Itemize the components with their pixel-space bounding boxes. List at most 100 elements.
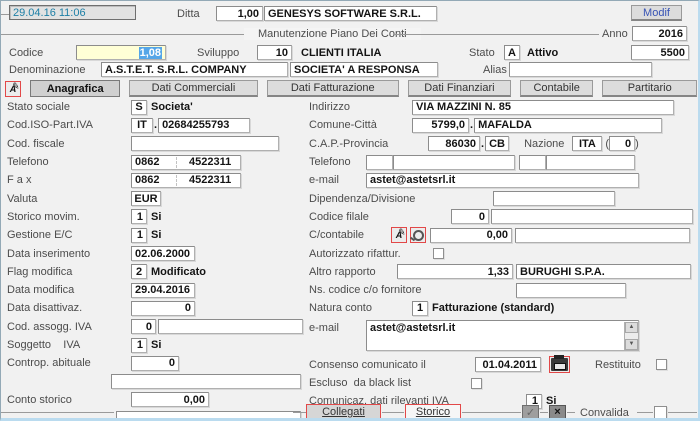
print-icon[interactable] <box>549 356 570 373</box>
controp-desc-field[interactable] <box>111 374 301 389</box>
valuta-field[interactable]: EUR <box>131 191 161 206</box>
restituito-checkbox[interactable] <box>656 359 667 370</box>
form-row: Cod.ISO-Part.IVA IT . 02684255793 <box>7 116 307 134</box>
data-modifica-label: Data modifica <box>7 284 131 296</box>
provincia-field[interactable]: CB <box>485 136 509 151</box>
telefono-prefix[interactable]: 0862 <box>132 156 174 168</box>
escluso-checkbox[interactable] <box>471 378 482 389</box>
consenso-field[interactable]: 01.04.2011 <box>475 357 541 372</box>
storico-button[interactable]: Storico <box>405 404 461 420</box>
indirizzo-field[interactable]: VIA MAZZINI N. 85 <box>412 100 674 115</box>
escluso-label: Escluso da black list <box>309 377 471 389</box>
cap-field[interactable]: 86030 <box>428 136 480 151</box>
ditta-code-field[interactable]: 1,00 <box>216 6 263 21</box>
form-row: Codice filale 0 <box>309 208 699 226</box>
cod-fiscale-field[interactable] <box>131 136 279 151</box>
form-row: F a x 0862 4522311 <box>7 171 307 189</box>
nazione-field[interactable]: ITA <box>572 136 602 151</box>
storico-movim-field[interactable]: 1 <box>131 209 147 224</box>
tab-bar: A✎ Anagrafica Dati Commerciali Dati Fatt… <box>5 80 697 97</box>
data-modifica-field[interactable]: 29.04.2016 <box>131 283 195 298</box>
email2-textarea[interactable]: astet@astetsrl.it ▲ ▼ <box>366 320 639 351</box>
flag-modifica-field[interactable]: 2 <box>131 264 147 279</box>
separator-line <box>1 34 244 35</box>
gestione-ec-desc: Si <box>151 229 161 241</box>
conto-storico-desc-field[interactable] <box>116 411 301 421</box>
close-icon[interactable]: × <box>549 405 566 419</box>
email2-label: e-mail <box>309 322 366 334</box>
connector-line <box>637 412 653 413</box>
storico-movim-desc: Si <box>151 211 161 223</box>
chevron-down-icon[interactable]: ▼ <box>625 339 638 350</box>
telefono3-number-field[interactable] <box>546 155 635 170</box>
telefono2-prefix-field[interactable] <box>366 155 393 170</box>
collegati-button[interactable]: Collegati <box>306 404 381 420</box>
edit-icon[interactable]: A✎ <box>391 227 407 243</box>
autorizzato-checkbox[interactable] <box>433 248 444 259</box>
tab-dati-commerciali[interactable]: Dati Commerciali <box>129 80 257 97</box>
fax-prefix[interactable]: 0862 <box>132 174 174 186</box>
c-contabile-desc-field[interactable] <box>515 228 690 243</box>
stato-sociale-field[interactable]: S <box>131 100 147 115</box>
check-icon[interactable]: ✓ <box>522 405 539 419</box>
scrollbar[interactable]: ▲ ▼ <box>624 322 638 350</box>
controp-abituale-field[interactable]: 0 <box>131 356 179 371</box>
comune-cod-field[interactable]: 5799,0 <box>412 118 469 133</box>
denominazione-field-1[interactable]: A.S.T.E.T. S.R.L. COMPANY <box>101 62 288 77</box>
email-field[interactable]: astet@astetsrl.it <box>366 173 639 188</box>
datetime-field: 29.04.16 11:06 <box>9 5 136 20</box>
codice-field[interactable]: 1,08 <box>76 45 166 60</box>
altro-rapporto-field[interactable]: 1,33 <box>397 264 513 279</box>
fax-number[interactable]: 4522311 <box>186 174 234 186</box>
data-disattivaz-field[interactable]: 0 <box>131 301 195 316</box>
codice-filale-desc-field[interactable] <box>491 209 693 224</box>
paren-close: ) <box>635 138 639 150</box>
tab-contabile[interactable]: Contabile <box>520 80 594 97</box>
cod-assogg-iva-desc-field[interactable] <box>158 319 303 334</box>
altro-rapporto-desc-field[interactable]: BURUGHI S.P.A. <box>516 264 691 279</box>
conto-number-field[interactable]: 5500 <box>631 45 689 60</box>
tab-anagrafica[interactable]: Anagrafica <box>30 80 120 97</box>
sviluppo-field[interactable]: 10 <box>257 45 292 60</box>
modif-button[interactable]: Modif <box>631 5 682 21</box>
partita-iva-field[interactable]: 02684255793 <box>158 118 250 133</box>
connector-line <box>293 412 306 413</box>
alias-field[interactable] <box>509 62 652 77</box>
form-row: Conto storico 0,00 <box>7 391 307 409</box>
stato-field[interactable]: A <box>504 45 520 60</box>
comune-field[interactable]: MAFALDA <box>474 118 662 133</box>
tab-partitario[interactable]: Partitario <box>602 80 697 97</box>
nazione-num-field[interactable]: 0 <box>609 136 635 151</box>
telefono2-number-field[interactable] <box>393 155 515 170</box>
form-row: Cod. assogg. IVA 0 <box>7 318 307 336</box>
gestione-ec-field[interactable]: 1 <box>131 228 147 243</box>
dipendenza-field[interactable] <box>493 191 615 206</box>
tab-dati-fatturazione[interactable]: Dati Fatturazione <box>267 80 399 97</box>
soggetto-iva-field[interactable]: 1 <box>131 338 147 353</box>
tab-dati-finanziari[interactable]: Dati Finanziari <box>408 80 511 97</box>
ditta-name-field[interactable]: GENESYS SOFTWARE S.R.L. <box>264 6 437 21</box>
soggetto-iva-label: Soggetto IVA <box>7 339 131 351</box>
telefono-field[interactable]: 0862 4522311 <box>131 155 241 170</box>
anno-field[interactable]: 2016 <box>632 26 687 41</box>
telefono-number[interactable]: 4522311 <box>186 156 234 168</box>
data-inserimento-field[interactable]: 02.06.2000 <box>131 246 195 261</box>
ns-codice-field[interactable] <box>516 283 626 298</box>
left-column: Stato sociale S Societa' Cod.ISO-Part.IV… <box>7 98 307 421</box>
codice-filale-field[interactable]: 0 <box>451 209 489 224</box>
iso-field[interactable]: IT <box>131 118 153 133</box>
search-icon[interactable] <box>410 227 426 243</box>
natura-conto-field[interactable]: 1 <box>412 301 428 316</box>
denominazione-field-2[interactable]: SOCIETA' A RESPONSA <box>290 62 438 77</box>
fax-field[interactable]: 0862 4522311 <box>131 173 241 188</box>
conto-storico-field[interactable]: 0,00 <box>131 392 209 407</box>
sviluppo-label: Sviluppo <box>197 47 239 59</box>
connector-line <box>540 412 548 413</box>
chevron-up-icon[interactable]: ▲ <box>625 322 638 333</box>
edit-icon[interactable]: A✎ <box>5 81 21 97</box>
c-contabile-field[interactable]: 0,00 <box>430 228 512 243</box>
telefono3-prefix-field[interactable] <box>519 155 546 170</box>
natura-conto-label: Natura conto <box>309 302 412 314</box>
cod-assogg-iva-field[interactable]: 0 <box>131 319 156 334</box>
convalida-checkbox[interactable] <box>654 406 667 419</box>
